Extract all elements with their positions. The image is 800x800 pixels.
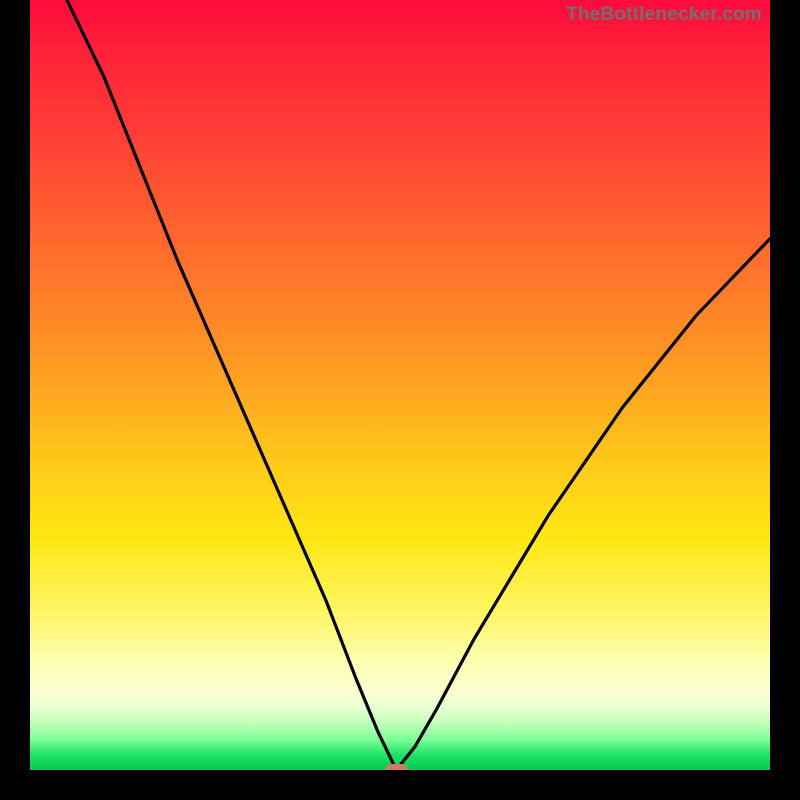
minimum-marker	[385, 764, 407, 770]
attribution-text: TheBottlenecker.com	[566, 4, 762, 26]
curve-overlay	[30, 0, 770, 770]
chart-frame: TheBottlenecker.com	[0, 0, 800, 800]
bottleneck-curve	[30, 0, 770, 770]
gradient-plot-area	[30, 0, 770, 770]
